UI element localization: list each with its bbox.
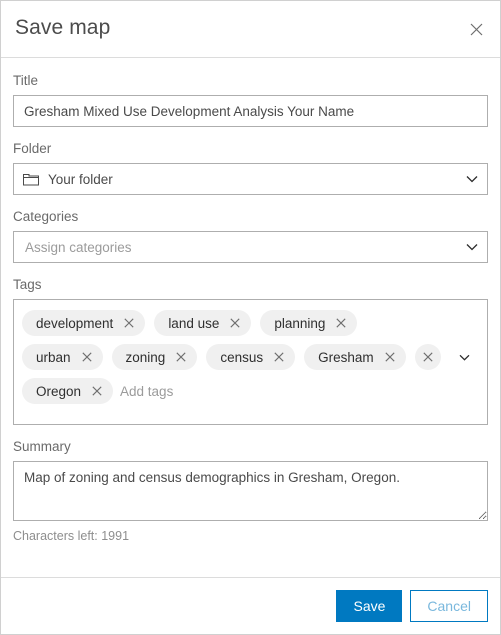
tag-chip[interactable]: urban	[22, 344, 103, 370]
tag-chip-label: Gresham	[318, 349, 374, 365]
folder-icon	[14, 172, 48, 186]
tag-chip-label: urban	[36, 349, 71, 365]
chevron-down-icon[interactable]	[454, 344, 476, 370]
dialog-body: Title Folder Your folder	[1, 59, 500, 576]
tags-label: Tags	[13, 277, 42, 292]
tag-chip[interactable]: zoning	[111, 344, 198, 370]
tag-chip-label: land use	[168, 315, 220, 331]
cancel-button[interactable]: Cancel	[410, 590, 488, 622]
folder-field-block: Folder Your folder	[13, 141, 488, 195]
tags-input-container[interactable]: development land use planning urban zoning ce…	[13, 299, 488, 425]
categories-value: Assign categories	[25, 239, 132, 255]
title-input[interactable]	[13, 95, 488, 127]
characters-left-text: Characters left: 1991	[13, 529, 130, 543]
save-button[interactable]: Save	[336, 590, 403, 622]
tag-chip-label: planning	[274, 315, 326, 331]
tag-remove-icon[interactable]	[334, 316, 348, 330]
tags-field-block: Tags development land use planning urban zon…	[13, 277, 488, 425]
tag-rows: development land use planning urban zoning ce…	[22, 306, 481, 408]
dialog-footer: Save Cancel	[1, 577, 500, 634]
tag-row: development land use planning	[22, 306, 481, 340]
categories-field-block: Categories Assign categories	[13, 209, 488, 263]
tag-remove-icon[interactable]	[272, 350, 286, 364]
tag-chip-label: development	[36, 315, 114, 331]
clear-all-tags-icon[interactable]	[414, 344, 441, 370]
categories-select[interactable]: Assign categories	[13, 231, 488, 263]
tag-chip-label: zoning	[125, 349, 166, 365]
tag-remove-icon[interactable]	[122, 316, 136, 330]
close-icon[interactable]	[462, 15, 490, 43]
title-field-block: Title	[13, 73, 488, 127]
tag-remove-icon[interactable]	[174, 350, 188, 364]
tag-chip[interactable]: land use	[154, 310, 252, 336]
tag-remove-icon[interactable]	[80, 350, 94, 364]
save-map-dialog: Save map Title Folder Your fol	[0, 0, 501, 635]
folder-value: Your folder	[48, 171, 113, 187]
chevron-down-icon	[457, 243, 487, 251]
tag-chip[interactable]: Oregon	[22, 378, 114, 404]
chevron-down-icon	[457, 175, 487, 183]
summary-field-block: Summary Characters left: 1991	[13, 439, 488, 543]
tag-remove-icon[interactable]	[228, 316, 242, 330]
dialog-header: Save map	[1, 1, 500, 58]
folder-select[interactable]: Your folder	[13, 163, 488, 195]
summary-textarea[interactable]	[13, 461, 488, 521]
tag-row: urban zoning census Gresham	[22, 340, 481, 374]
categories-label: Categories	[13, 209, 79, 224]
tag-chip[interactable]: census	[206, 344, 296, 370]
add-tags-input[interactable]	[120, 378, 481, 404]
tag-remove-icon[interactable]	[90, 384, 104, 398]
title-label: Title	[13, 73, 39, 88]
tag-row: Oregon	[22, 374, 481, 408]
tag-chip[interactable]: planning	[260, 310, 358, 336]
tag-chip[interactable]: Gresham	[304, 344, 406, 370]
tag-remove-icon[interactable]	[383, 350, 397, 364]
folder-label: Folder	[13, 141, 52, 156]
summary-label: Summary	[13, 439, 71, 454]
tag-chip-label: census	[220, 349, 264, 365]
tag-chip-label: Oregon	[36, 383, 82, 399]
tag-chip[interactable]: development	[22, 310, 146, 336]
dialog-title: Save map	[15, 16, 111, 39]
